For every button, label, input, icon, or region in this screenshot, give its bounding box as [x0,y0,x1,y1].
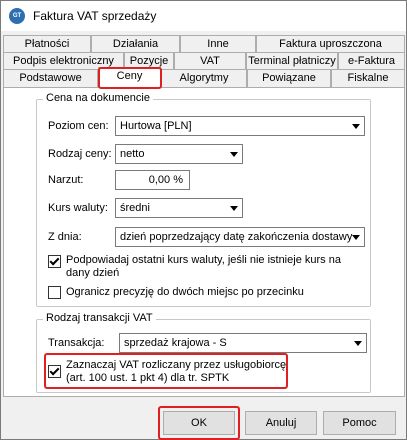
ok-button[interactable]: OK [163,411,235,435]
exchange-rate-select[interactable]: średni [115,198,243,218]
dialog-window: GT Faktura VAT sprzedaży Płatności Dział… [0,0,407,440]
price-group-title: Cena na dokumencie [43,92,153,104]
chevron-down-icon [354,341,362,346]
markup-label: Narzut: [48,174,84,186]
price-level-label: Poziom cen: [48,120,109,132]
chevron-down-icon [352,124,360,129]
transaction-select[interactable]: sprzedaż krajowa - S [119,333,367,353]
tab-fiskalne[interactable]: Fiskalne [331,69,405,88]
from-day-value: dzień poprzedzający datę zakończenia dos… [120,231,353,243]
transaction-label: Transakcja: [48,337,105,349]
chevron-down-icon [352,235,360,240]
tab-podstawowe[interactable]: Podstawowe [3,69,98,88]
title-bar: GT Faktura VAT sprzedaży [1,1,406,31]
mark-vat-service-label: Zaznaczaj VAT rozliczany przez usługobio… [66,359,287,384]
vat-group-title: Rodzaj transakcji VAT [43,312,156,324]
chevron-down-icon [230,152,238,157]
exchange-rate-label: Kurs waluty: [48,202,108,214]
mark-vat-service-checkbox[interactable] [48,365,61,378]
from-day-select[interactable]: dzień poprzedzający datę zakończenia dos… [115,227,365,247]
price-type-select[interactable]: netto [115,144,243,164]
price-level-select[interactable]: Hurtowa [PLN] [115,116,365,136]
suggest-last-rate-label: Podpowiadaj ostatni kurs waluty, jeśli n… [66,254,341,279]
checkmark-icon [49,365,60,376]
price-level-value: Hurtowa [PLN] [120,120,192,132]
price-type-value: netto [120,148,145,160]
limit-precision-checkbox[interactable] [48,286,61,299]
tab-powiazane[interactable]: Powiązane [247,69,331,88]
from-day-label: Z dnia: [48,231,82,243]
tab-ceny[interactable]: Ceny [98,67,161,88]
checkmark-icon [49,255,60,266]
transaction-value: sprzedaż krajowa - S [124,337,227,349]
price-type-label: Rodzaj ceny: [48,148,112,160]
chevron-down-icon [230,206,238,211]
tab-panel-ceny: Cena na dokumencie Poziom cen: Hurtowa [… [3,87,405,397]
markup-input[interactable]: 0,00 % [115,170,190,190]
suggest-last-rate-checkbox[interactable] [48,255,61,268]
limit-precision-label: Ogranicz precyzję do dwóch miejsc po prz… [66,286,304,298]
help-button[interactable]: Pomoc [323,411,396,435]
window-title: Faktura VAT sprzedaży [33,9,157,23]
cancel-button[interactable]: Anuluj [245,411,317,435]
exchange-rate-value: średni [120,202,150,214]
app-logo-icon: GT [9,8,25,24]
tab-algorytmy[interactable]: Algorytmy [161,69,247,88]
